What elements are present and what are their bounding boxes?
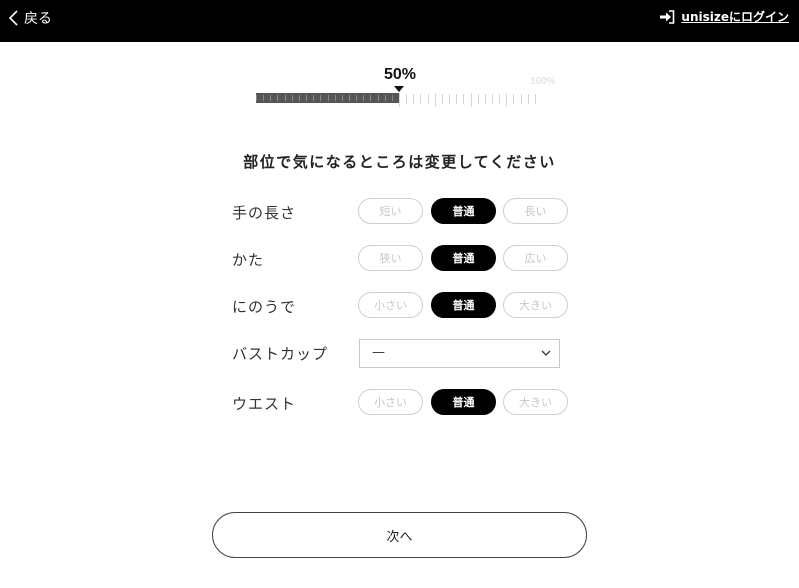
progress-ticks: [256, 93, 536, 107]
sign-in-icon: [660, 9, 675, 24]
top-bar: 戻る unisizeにログイン: [0, 0, 799, 42]
option-wide[interactable]: 広い: [503, 245, 568, 271]
option-large[interactable]: 大きい: [503, 292, 568, 318]
option-normal[interactable]: 普通: [431, 198, 496, 224]
progress-marker: [394, 86, 404, 92]
page-heading: 部位で気になるところは変更してください: [243, 153, 556, 171]
progress-value: 50%: [384, 66, 417, 83]
bust-cup-select[interactable]: —: [359, 339, 560, 368]
progress-indicator: 50% 100%: [256, 66, 556, 110]
row-arm-length: 手の長さ 短い 普通 長い: [232, 198, 572, 226]
row-label: バストカップ: [232, 345, 329, 363]
row-upper-arm: にのうで 小さい 普通 大きい: [232, 292, 572, 320]
option-small[interactable]: 小さい: [358, 292, 423, 318]
select-value: —: [372, 345, 385, 360]
option-normal[interactable]: 普通: [431, 389, 496, 415]
option-normal[interactable]: 普通: [431, 292, 496, 318]
option-small[interactable]: 小さい: [358, 389, 423, 415]
option-normal[interactable]: 普通: [431, 245, 496, 271]
chevron-left-icon: [8, 10, 18, 26]
login-link[interactable]: unisizeにログイン: [659, 8, 789, 25]
row-label: かた: [232, 251, 265, 269]
option-large[interactable]: 大きい: [503, 389, 568, 415]
progress-max-label: 100%: [530, 76, 556, 87]
chevron-down-icon: [541, 350, 551, 356]
login-label: unisizeにログイン: [681, 10, 789, 24]
row-label: ウエスト: [232, 395, 297, 413]
row-bust-cup: バストカップ —: [232, 339, 572, 368]
option-long[interactable]: 長い: [503, 198, 568, 224]
option-short[interactable]: 短い: [358, 198, 423, 224]
back-label: 戻る: [24, 11, 52, 27]
row-label: にのうで: [232, 298, 297, 316]
row-waist: ウエスト 小さい 普通 大きい: [232, 389, 572, 417]
back-button[interactable]: 戻る: [8, 8, 52, 28]
option-narrow[interactable]: 狭い: [358, 245, 423, 271]
row-shoulder: かた 狭い 普通 広い: [232, 245, 572, 273]
progress-track: [256, 93, 542, 107]
next-button[interactable]: 次へ: [212, 512, 587, 558]
row-label: 手の長さ: [232, 204, 297, 222]
